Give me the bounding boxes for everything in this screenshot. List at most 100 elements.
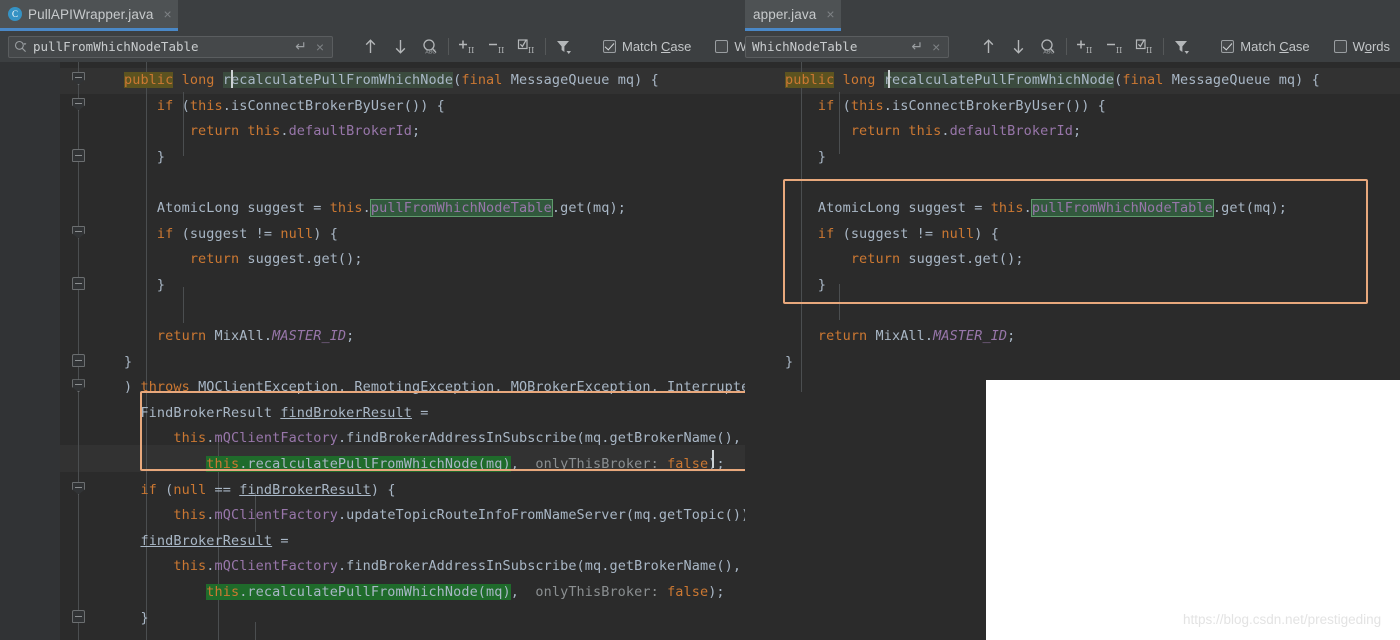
remove-selection-button[interactable]: II — [482, 34, 512, 60]
code-token: MessageQueue mq — [503, 72, 635, 88]
code-token: onlyThisBroker: — [519, 584, 659, 600]
fold-marker[interactable] — [72, 277, 85, 290]
toolbar-separator — [448, 38, 449, 55]
left-search-field[interactable]: pullFromWhichNodeTable ↵ × — [8, 36, 333, 58]
match-case-checkbox[interactable]: Match Case — [593, 39, 701, 54]
fold-marker[interactable] — [72, 610, 85, 623]
code-token: recalculatePullFromWhichNode — [223, 72, 453, 88]
code-line[interactable]: AtomicLong suggest = this.pullFromWhichN… — [124, 200, 626, 216]
match-case-checkbox[interactable]: Match Case — [1211, 39, 1319, 54]
close-icon[interactable]: × — [822, 6, 834, 22]
code-token: this — [173, 430, 206, 446]
left-search-input-value[interactable]: pullFromWhichNodeTable — [31, 39, 288, 54]
code-line[interactable]: } — [785, 354, 793, 370]
code-token: null — [173, 482, 206, 498]
code-token: .recalculatePullFromWhichNode(mq) — [239, 584, 511, 600]
code-line[interactable]: if (this.isConnectBrokerByUser()) { — [124, 98, 445, 114]
code-token — [173, 72, 181, 88]
find-previous-button[interactable] — [973, 34, 1003, 60]
code-line[interactable]: this.mQClientFactory.findBrokerAddressIn… — [124, 558, 741, 574]
svg-text:ABC: ABC — [425, 49, 436, 55]
add-selection-next-button[interactable]: II — [452, 34, 482, 60]
close-icon[interactable]: × — [159, 6, 171, 22]
code-line[interactable]: findBrokerResult = — [124, 533, 289, 549]
filter-button[interactable] — [549, 34, 579, 60]
find-previous-button[interactable] — [355, 34, 385, 60]
code-line[interactable]: this.mQClientFactory.updateTopicRouteInf… — [124, 507, 758, 523]
clear-search-icon[interactable]: × — [314, 39, 332, 55]
code-line[interactable]: this.mQClientFactory.findBrokerAddressIn… — [124, 430, 741, 446]
clear-search-icon[interactable]: × — [930, 39, 948, 55]
words-checkbox[interactable]: Words — [1324, 39, 1400, 54]
svg-text:II: II — [1116, 46, 1122, 55]
checkbox-box[interactable] — [715, 40, 728, 53]
code-line[interactable]: this.recalculatePullFromWhichNode(mq), o… — [124, 584, 725, 600]
select-all-lines-button[interactable]: II — [1130, 34, 1160, 60]
words-label: Words — [1353, 39, 1390, 54]
code-token: this — [908, 123, 941, 139]
select-all-occurrences-button[interactable]: ABC — [1033, 34, 1063, 60]
code-line[interactable]: return this.defaultBrokerId; — [785, 123, 1081, 139]
code-line[interactable]: FindBrokerResult findBrokerResult = — [124, 405, 428, 421]
code-line[interactable]: if (suggest != null) { — [785, 226, 999, 242]
code-line[interactable]: ) throws MQClientException, RemotingExce… — [124, 379, 848, 395]
fold-marker[interactable] — [72, 149, 85, 162]
right-find-buttons: ABC II II — [973, 34, 1197, 60]
add-selection-next-button[interactable]: II — [1070, 34, 1100, 60]
remove-selection-button[interactable]: II — [1100, 34, 1130, 60]
code-token: findBrokerResult — [140, 533, 272, 549]
code-line[interactable]: public long recalculatePullFromWhichNode… — [124, 72, 659, 88]
java-class-icon: C — [8, 7, 22, 21]
code-line[interactable]: return suggest.get(); — [124, 251, 363, 267]
find-next-button[interactable] — [385, 34, 415, 60]
code-line[interactable]: } — [785, 277, 826, 293]
code-line[interactable]: } — [124, 277, 165, 293]
code-line[interactable]: return MixAll.MASTER_ID; — [124, 328, 354, 344]
right-search-field[interactable]: WhichNodeTable ↵ × — [745, 36, 949, 58]
code-line[interactable]: if (suggest != null) { — [124, 226, 338, 242]
checkbox-box[interactable] — [603, 40, 616, 53]
code-line[interactable]: return this.defaultBrokerId; — [124, 123, 420, 139]
code-token: .findBrokerAddressInSubscribe(mq.getBrok… — [338, 558, 741, 574]
code-line[interactable]: } — [124, 610, 149, 626]
fold-marker[interactable] — [72, 354, 85, 367]
select-all-lines-button[interactable]: II — [512, 34, 542, 60]
code-line[interactable]: this.recalculatePullFromWhichNode(mq), o… — [124, 456, 725, 472]
find-next-button[interactable] — [1003, 34, 1033, 60]
code-token: ; — [1015, 251, 1023, 267]
code-token: .findBrokerAddressInSubscribe(mq.getBrok… — [338, 430, 741, 446]
code-line[interactable]: if (null == findBrokerResult) { — [124, 482, 396, 498]
code-token: this — [206, 456, 239, 472]
right-search-input-value[interactable]: WhichNodeTable — [746, 39, 904, 54]
search-history-icon[interactable]: ↵ — [904, 38, 930, 55]
code-token: . — [941, 123, 949, 139]
checkbox-box[interactable] — [1334, 40, 1347, 53]
code-token: mQClientFactory — [215, 430, 338, 446]
code-line[interactable]: } — [124, 149, 165, 165]
code-token: this — [991, 200, 1024, 216]
code-token: if — [124, 98, 173, 114]
tab-pullapiwrapper-java[interactable]: C PullAPIWrapper.java × — [0, 0, 178, 31]
filter-button[interactable] — [1167, 34, 1197, 60]
code-token: return — [785, 328, 867, 344]
code-line[interactable]: } — [785, 149, 826, 165]
tab-apper-java[interactable]: apper.java × — [745, 0, 841, 31]
text-caret — [712, 450, 714, 468]
code-line[interactable]: AtomicLong suggest = this.pullFromWhichN… — [785, 200, 1287, 216]
code-token: this — [173, 558, 206, 574]
svg-text:II: II — [498, 46, 504, 55]
search-icon[interactable] — [9, 40, 31, 53]
code-line[interactable]: } — [124, 354, 132, 370]
search-history-icon[interactable]: ↵ — [288, 38, 314, 55]
select-all-occurrences-button[interactable]: ABC — [415, 34, 445, 60]
code-line[interactable]: public long recalculatePullFromWhichNode… — [785, 72, 1320, 88]
code-token: FindBrokerResult — [124, 405, 280, 421]
code-token: ; — [1279, 200, 1287, 216]
code-line[interactable]: if (this.isConnectBrokerByUser()) { — [785, 98, 1106, 114]
checkbox-box[interactable] — [1221, 40, 1234, 53]
code-line[interactable]: return MixAll.MASTER_ID; — [785, 328, 1015, 344]
code-token: .isConnectBrokerByUser()) { — [223, 98, 445, 114]
code-token: if — [785, 226, 834, 242]
code-line[interactable]: return suggest.get(); — [785, 251, 1024, 267]
code-token: if — [124, 482, 157, 498]
